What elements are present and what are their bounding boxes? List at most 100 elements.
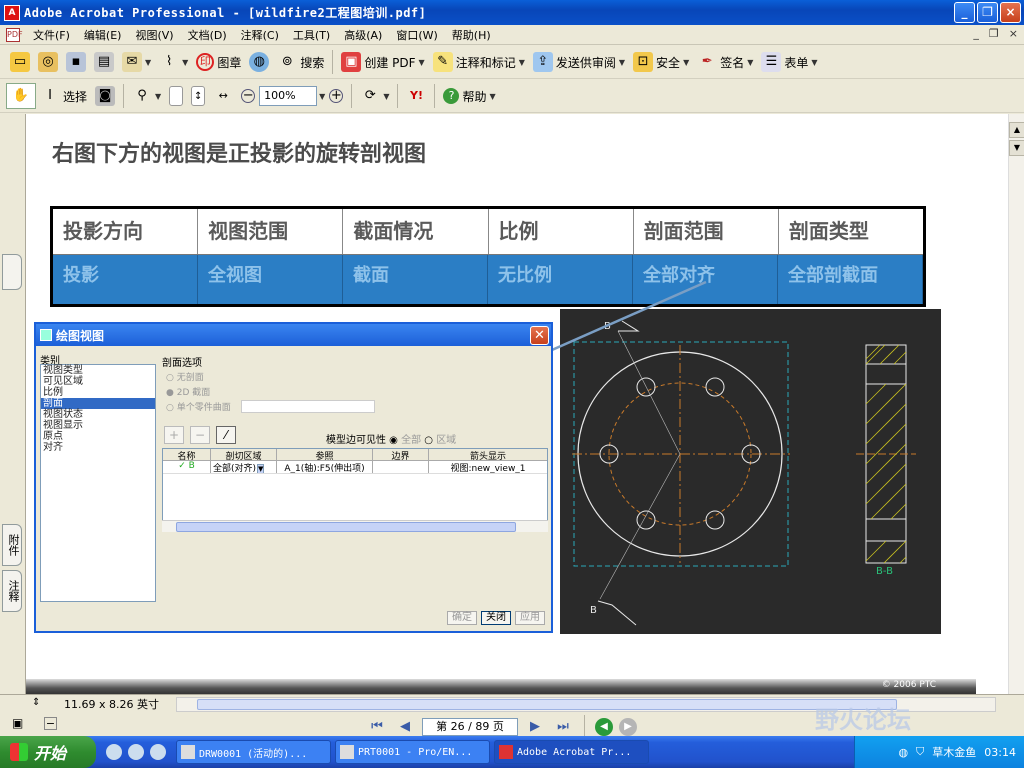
previous-view-button[interactable]: ◀ bbox=[595, 718, 613, 736]
minimize-button[interactable]: _ bbox=[954, 2, 975, 23]
snapshot-button[interactable]: ◙ bbox=[91, 83, 119, 109]
security-button[interactable]: ⊡ 安全 ▼ bbox=[629, 49, 693, 75]
comment-markup-button[interactable]: ✎ 注释和标记 ▼ bbox=[429, 49, 529, 75]
category-item[interactable]: 原点 bbox=[41, 431, 155, 442]
minimize-doc-icon[interactable]: − bbox=[44, 717, 57, 730]
first-page-button[interactable]: ⏮ bbox=[366, 718, 388, 736]
grid-cell-dropdown[interactable]: 全部(对齐) ▼ bbox=[211, 461, 277, 473]
select-tool-button[interactable]: Ⅰ 选择 bbox=[36, 83, 91, 109]
organizer-button[interactable]: ◎ bbox=[34, 49, 62, 75]
print-button[interactable]: ▤ bbox=[90, 49, 118, 75]
vertical-scrollbar[interactable]: ▲ ▼ bbox=[1008, 114, 1024, 694]
pane-toggle-tab[interactable] bbox=[2, 254, 22, 290]
page-indicator[interactable]: 第 26 / 89 页 bbox=[422, 718, 518, 736]
taskbar-item-drawing[interactable]: DRW0001 (活动的)... bbox=[176, 740, 331, 764]
restore-button[interactable]: ❐ bbox=[977, 2, 998, 23]
apply-button[interactable]: 应用 bbox=[515, 611, 545, 625]
stamp-button[interactable]: 印图章 bbox=[192, 49, 245, 75]
category-item[interactable]: 对齐 bbox=[41, 442, 155, 453]
part-surface-input[interactable] bbox=[241, 400, 375, 413]
next-view-button[interactable]: ▶ bbox=[619, 718, 637, 736]
ok-button[interactable]: 确定 bbox=[447, 611, 477, 625]
menu-edit[interactable]: 编辑(E) bbox=[77, 27, 129, 43]
scroll-down-arrow[interactable]: ▼ bbox=[1009, 140, 1024, 156]
zoom-out-button[interactable]: − bbox=[237, 83, 259, 109]
attachments-tab[interactable]: 附件 bbox=[2, 524, 22, 566]
menu-document[interactable]: 文档(D) bbox=[181, 27, 234, 43]
doc-restore-button[interactable]: ❐ bbox=[989, 27, 999, 40]
category-item[interactable]: 可见区域 bbox=[41, 376, 155, 387]
rotate-button[interactable]: ⟳ ▼ bbox=[356, 83, 393, 109]
grid-cell[interactable]: 视图:new_view_1 bbox=[429, 461, 547, 473]
sign-button[interactable]: ✒ 签名 ▼ bbox=[693, 49, 757, 75]
scroll-up-arrow[interactable]: ▲ bbox=[1009, 122, 1024, 138]
category-item[interactable]: 视图状态 bbox=[41, 409, 155, 420]
start-button[interactable]: 开始 bbox=[0, 736, 96, 768]
add-row-button[interactable]: + bbox=[164, 426, 184, 444]
radio-no-section[interactable]: ○ 无剖面 bbox=[166, 370, 204, 383]
grid-horizontal-scrollbar[interactable] bbox=[162, 520, 548, 532]
fit-page-button[interactable]: ↕ bbox=[187, 83, 209, 109]
menu-tools[interactable]: 工具(T) bbox=[286, 27, 337, 43]
scrollbar-thumb[interactable] bbox=[176, 522, 516, 532]
zoom-tool-button[interactable]: ⚲ ▼ bbox=[128, 83, 165, 109]
chevron-down-icon[interactable]: ▼ bbox=[257, 464, 265, 473]
category-list[interactable]: 视图类型 可见区域 比例 剖面 视图状态 视图显示 原点 对齐 bbox=[40, 364, 156, 602]
search-button[interactable]: ⊚ 搜索 bbox=[273, 49, 328, 75]
monitor-icon[interactable]: ▣ bbox=[12, 716, 23, 730]
email-button[interactable]: ✉ ▼ bbox=[118, 49, 155, 75]
yahoo-button[interactable]: Y! bbox=[402, 83, 430, 109]
menu-advanced[interactable]: 高级(A) bbox=[337, 27, 389, 43]
menu-help[interactable]: 帮助(H) bbox=[445, 27, 498, 43]
pdf-document-icon[interactable]: PDF bbox=[6, 27, 23, 42]
scrollbar-thumb[interactable] bbox=[197, 699, 897, 710]
taskbar-item-part[interactable]: PRT0001 - Pro/EN... bbox=[335, 740, 490, 764]
attach-button[interactable]: ⌇ ▼ bbox=[155, 49, 192, 75]
category-item[interactable]: 视图显示 bbox=[41, 420, 155, 431]
zoom-input[interactable]: 100% bbox=[259, 86, 318, 106]
ie-icon[interactable] bbox=[150, 744, 166, 760]
remove-row-button[interactable]: − bbox=[190, 426, 210, 444]
media-player-icon[interactable] bbox=[106, 744, 122, 760]
category-item[interactable]: 视图类型 bbox=[41, 365, 155, 376]
dialog-close-button[interactable]: ✕ bbox=[530, 326, 549, 345]
help-button[interactable]: ? 帮助 ▼ bbox=[439, 83, 499, 109]
last-page-button[interactable]: ⏭ bbox=[552, 718, 574, 736]
menu-view[interactable]: 视图(V) bbox=[128, 27, 180, 43]
close-dialog-button[interactable]: 关闭 bbox=[481, 611, 511, 625]
save-button[interactable]: ▪ bbox=[62, 49, 90, 75]
fit-width-button[interactable]: ↔ bbox=[209, 83, 237, 109]
browser-icon[interactable] bbox=[128, 744, 144, 760]
send-review-button[interactable]: ⇪ 发送供审阅 ▼ bbox=[529, 49, 629, 75]
grid-cell[interactable]: A_1(轴):F5(伸出项) bbox=[277, 461, 373, 473]
document-view[interactable]: 右图下方的视图是正投影的旋转剖视图 投影方向 视图范围 截面情况 比例 剖面范围… bbox=[26, 114, 1008, 694]
hand-tool-button[interactable]: ✋ bbox=[6, 83, 36, 109]
open-button[interactable]: ▭ bbox=[6, 49, 34, 75]
category-item-selected[interactable]: 剖面 bbox=[41, 398, 155, 409]
create-pdf-button[interactable]: ▣ 创建 PDF ▼ bbox=[337, 49, 428, 75]
previous-page-button[interactable]: ◀ bbox=[394, 718, 416, 736]
zoom-in-button[interactable]: + bbox=[325, 83, 347, 109]
menu-window[interactable]: 窗口(W) bbox=[389, 27, 444, 43]
next-page-button[interactable]: ▶ bbox=[524, 718, 546, 736]
radio-single-part-surface[interactable]: ○ 单个零件曲面 bbox=[166, 400, 231, 413]
menu-file[interactable]: 文件(F) bbox=[26, 27, 77, 43]
model-edge-option-area[interactable]: 区域 bbox=[436, 435, 456, 446]
table-row[interactable]: ✓ B 全部(对齐) ▼ A_1(轴):F5(伸出项) 视图:new_view_1 bbox=[163, 461, 547, 474]
model-edge-option-all[interactable]: 全部 bbox=[401, 435, 421, 446]
network-icon[interactable]: ◍ bbox=[898, 746, 908, 759]
doc-minimize-button[interactable]: _ bbox=[973, 27, 979, 40]
grid-cell[interactable]: ✓ B bbox=[163, 461, 211, 473]
doc-close-button[interactable]: × bbox=[1009, 27, 1018, 40]
radio-2d-section[interactable]: ● 2D 截面 bbox=[166, 385, 210, 398]
comments-tab[interactable]: 注释 bbox=[2, 570, 22, 612]
flip-button[interactable]: ⁄ bbox=[216, 426, 236, 444]
category-item[interactable]: 比例 bbox=[41, 387, 155, 398]
web-button[interactable]: ◍ bbox=[245, 49, 273, 75]
grid-cell[interactable] bbox=[373, 461, 429, 473]
security-shield-icon[interactable]: ⛉ bbox=[916, 745, 924, 759]
clock[interactable]: 03:14 bbox=[984, 746, 1016, 759]
close-button[interactable]: × bbox=[1000, 2, 1021, 23]
actual-size-button[interactable] bbox=[165, 83, 187, 109]
split-icon[interactable]: ⇕ bbox=[32, 697, 40, 708]
